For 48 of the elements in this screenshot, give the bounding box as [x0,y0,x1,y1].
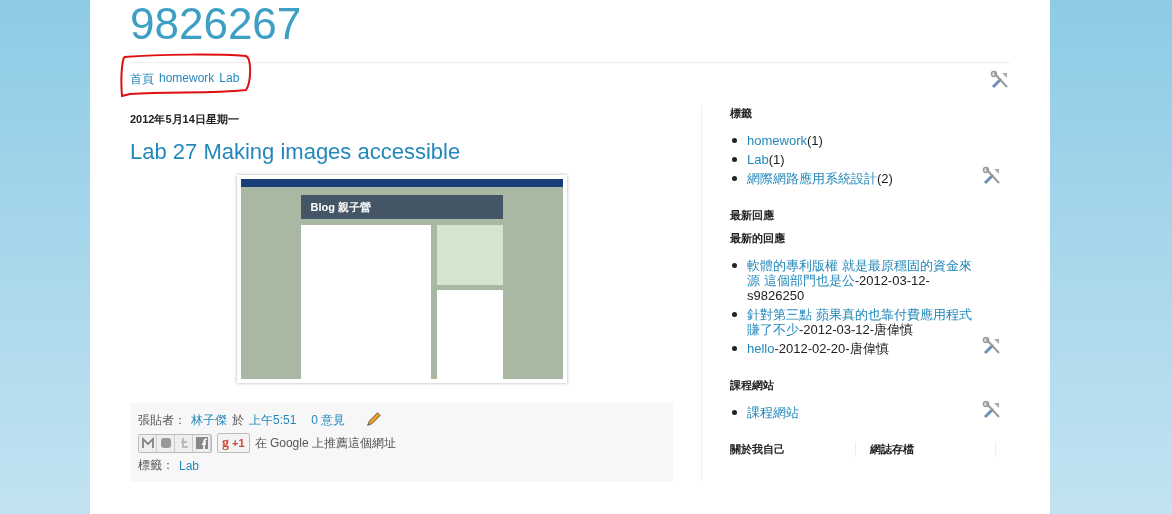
time-link[interactable]: 上午5:51 [249,411,297,429]
bullet-icon [732,346,737,351]
label-link[interactable]: homework [747,133,807,148]
label-link[interactable]: 網際網路應用系統設計 [747,171,877,186]
label-count: (1) [768,152,785,167]
label-link[interactable]: Lab [179,458,200,473]
bullet-icon [732,312,737,317]
label-link[interactable]: Lab [747,152,769,167]
post-title[interactable]: Lab 27 Making images accessible [130,139,673,165]
wrench-screwdriver-icon[interactable] [982,400,1002,420]
f-share-icon[interactable] [193,434,211,452]
recent-comment[interactable]: hello-2012-02-20-唐偉慎 [747,341,980,356]
bullet-icon [732,410,737,415]
nav-link[interactable]: homework [159,71,215,88]
blog-title: 9826267 [130,0,302,48]
label-count: (1) [806,133,823,148]
widget-title: 課程網站 [730,378,775,393]
widget-title: 關於我自己 [730,442,856,457]
widget-title: 網誌存檔 [870,442,996,457]
post-date: 2012年5月14日星期一 [130,112,240,127]
widget-title: 最新回應 [730,208,775,223]
email-share-icon[interactable] [139,434,157,452]
sidebar-panel [437,225,503,285]
bullet-icon [732,176,737,181]
bullet-icon [732,157,737,162]
wrench-screwdriver-icon[interactable] [990,69,1010,90]
nav-link[interactable]: Lab [219,71,240,88]
screenshot-blog-name: Blog 親子營 [310,199,371,215]
bullet-icon [732,263,737,268]
pencil-icon[interactable] [364,411,383,429]
posted-by-label: 張貼者： [138,411,186,429]
wrench-screwdriver-icon[interactable] [982,336,1002,356]
wrench-screwdriver-icon[interactable] [982,166,1002,186]
comments-link[interactable]: 0 意見 [311,411,346,429]
course-link[interactable]: 課程網站 [747,405,799,420]
plus-one-button[interactable]: g +1 [217,433,250,453]
author-link[interactable]: 林子傑 [191,411,227,429]
at-text: 於 [232,411,244,429]
bullet-icon [732,138,737,143]
widget-subtitle: 最新的回應 [730,231,786,246]
blog-share-icon[interactable] [157,434,175,452]
recommend-text: 在 Google 上推薦這個網址 [254,434,396,452]
recent-comment[interactable]: 針對第三點 蘋果真的也靠付費應用程式賺了不少-2012-03-12-唐偉慎 [747,307,980,337]
labels-label: 標籤： [138,457,174,474]
nav-link[interactable]: 首頁 [130,71,154,88]
widget-title: 標籤 [730,106,753,121]
recent-comment[interactable]: 軟體的專利版權 就是最原穩固的資金來源 這個部門也是公-2012-03-12-s9826250 [747,258,980,303]
label-count: (2) [877,171,893,186]
